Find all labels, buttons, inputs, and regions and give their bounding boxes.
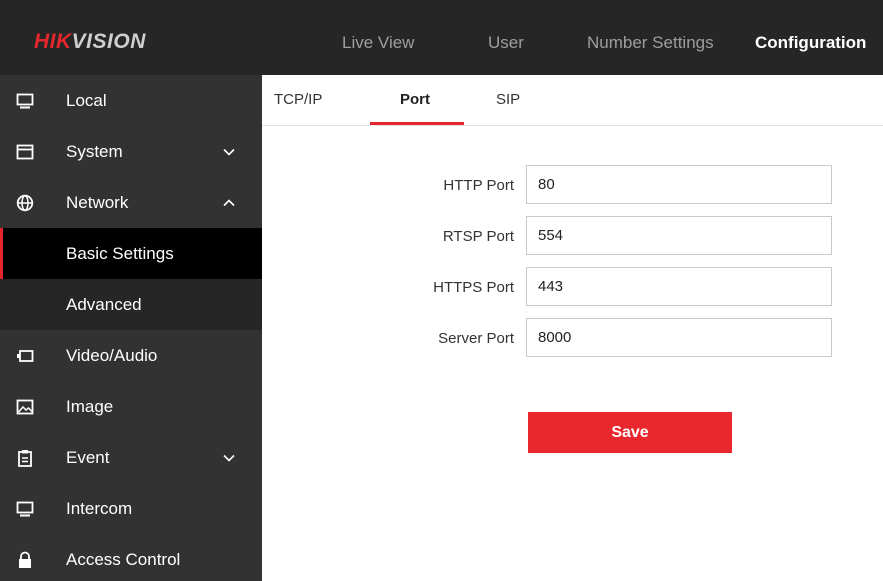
nav-configuration[interactable]: Configuration — [755, 33, 866, 53]
brand-logo: HIKVISION — [34, 30, 146, 54]
brand-logo-part2: VISION — [71, 30, 146, 53]
nav-live-view[interactable]: Live View — [342, 33, 414, 53]
lock-icon — [19, 551, 31, 568]
brand-logo-part1: HIK — [34, 30, 72, 53]
sidebar-item-image[interactable]: Image — [0, 381, 262, 432]
sidebar-item-label: Video/Audio — [66, 346, 158, 365]
camera-icon — [17, 350, 34, 362]
sidebar-item-local[interactable]: Local — [0, 75, 262, 126]
monitor-icon — [16, 93, 34, 109]
tab-bar: TCP/IP Port SIP — [262, 75, 883, 126]
sidebar-item-video-audio[interactable]: Video/Audio — [0, 330, 262, 381]
sidebar-item-label: Access Control — [66, 550, 181, 569]
server-port-label: Server Port — [438, 330, 514, 347]
http-port-input[interactable] — [526, 165, 832, 204]
sidebar-item-label: Advanced — [66, 295, 142, 314]
rtsp-port-input[interactable] — [526, 216, 832, 255]
tab-sip[interactable]: SIP — [496, 91, 520, 109]
active-tab-indicator — [370, 122, 464, 125]
sidebar-item-label: Event — [66, 448, 110, 467]
rtsp-port-label: RTSP Port — [442, 228, 514, 245]
monitor-icon — [16, 501, 34, 517]
server-port-input[interactable] — [526, 318, 832, 357]
window-icon — [16, 144, 34, 160]
top-header: HIKVISION Live View User Number Settings… — [0, 0, 883, 75]
tab-tcp-ip[interactable]: TCP/IP — [274, 91, 322, 109]
chevron-down-icon — [223, 148, 235, 156]
sidebar-item-system[interactable]: System — [0, 126, 262, 177]
sidebar-item-access-control[interactable]: Access Control — [0, 534, 262, 581]
sidebar-item-label: System — [66, 142, 123, 161]
sidebar: Local System Network Basic Settings Adva… — [0, 75, 262, 581]
https-port-label: HTTPS Port — [433, 279, 514, 296]
clipboard-icon — [18, 450, 32, 467]
image-icon — [16, 399, 34, 415]
sidebar-item-label: Image — [66, 397, 114, 416]
nav-number-settings[interactable]: Number Settings — [587, 33, 714, 53]
sidebar-item-basic-settings[interactable]: Basic Settings — [0, 228, 262, 279]
sidebar-item-event[interactable]: Event — [0, 432, 262, 483]
chevron-up-icon — [223, 199, 235, 207]
globe-icon — [16, 194, 34, 212]
tab-port[interactable]: Port — [400, 91, 430, 109]
sidebar-item-intercom[interactable]: Intercom — [0, 483, 262, 534]
sidebar-item-network[interactable]: Network — [0, 177, 262, 228]
http-port-label: HTTP Port — [443, 177, 514, 194]
save-button[interactable]: Save — [528, 412, 732, 453]
sidebar-item-label: Intercom — [66, 499, 133, 518]
sidebar-item-advanced[interactable]: Advanced — [0, 279, 262, 330]
sidebar-item-label: Local — [66, 91, 107, 110]
sidebar-item-label: Basic Settings — [66, 244, 174, 263]
nav-user[interactable]: User — [488, 33, 524, 53]
chevron-down-icon — [223, 454, 235, 462]
https-port-input[interactable] — [526, 267, 832, 306]
sidebar-item-label: Network — [66, 193, 129, 212]
